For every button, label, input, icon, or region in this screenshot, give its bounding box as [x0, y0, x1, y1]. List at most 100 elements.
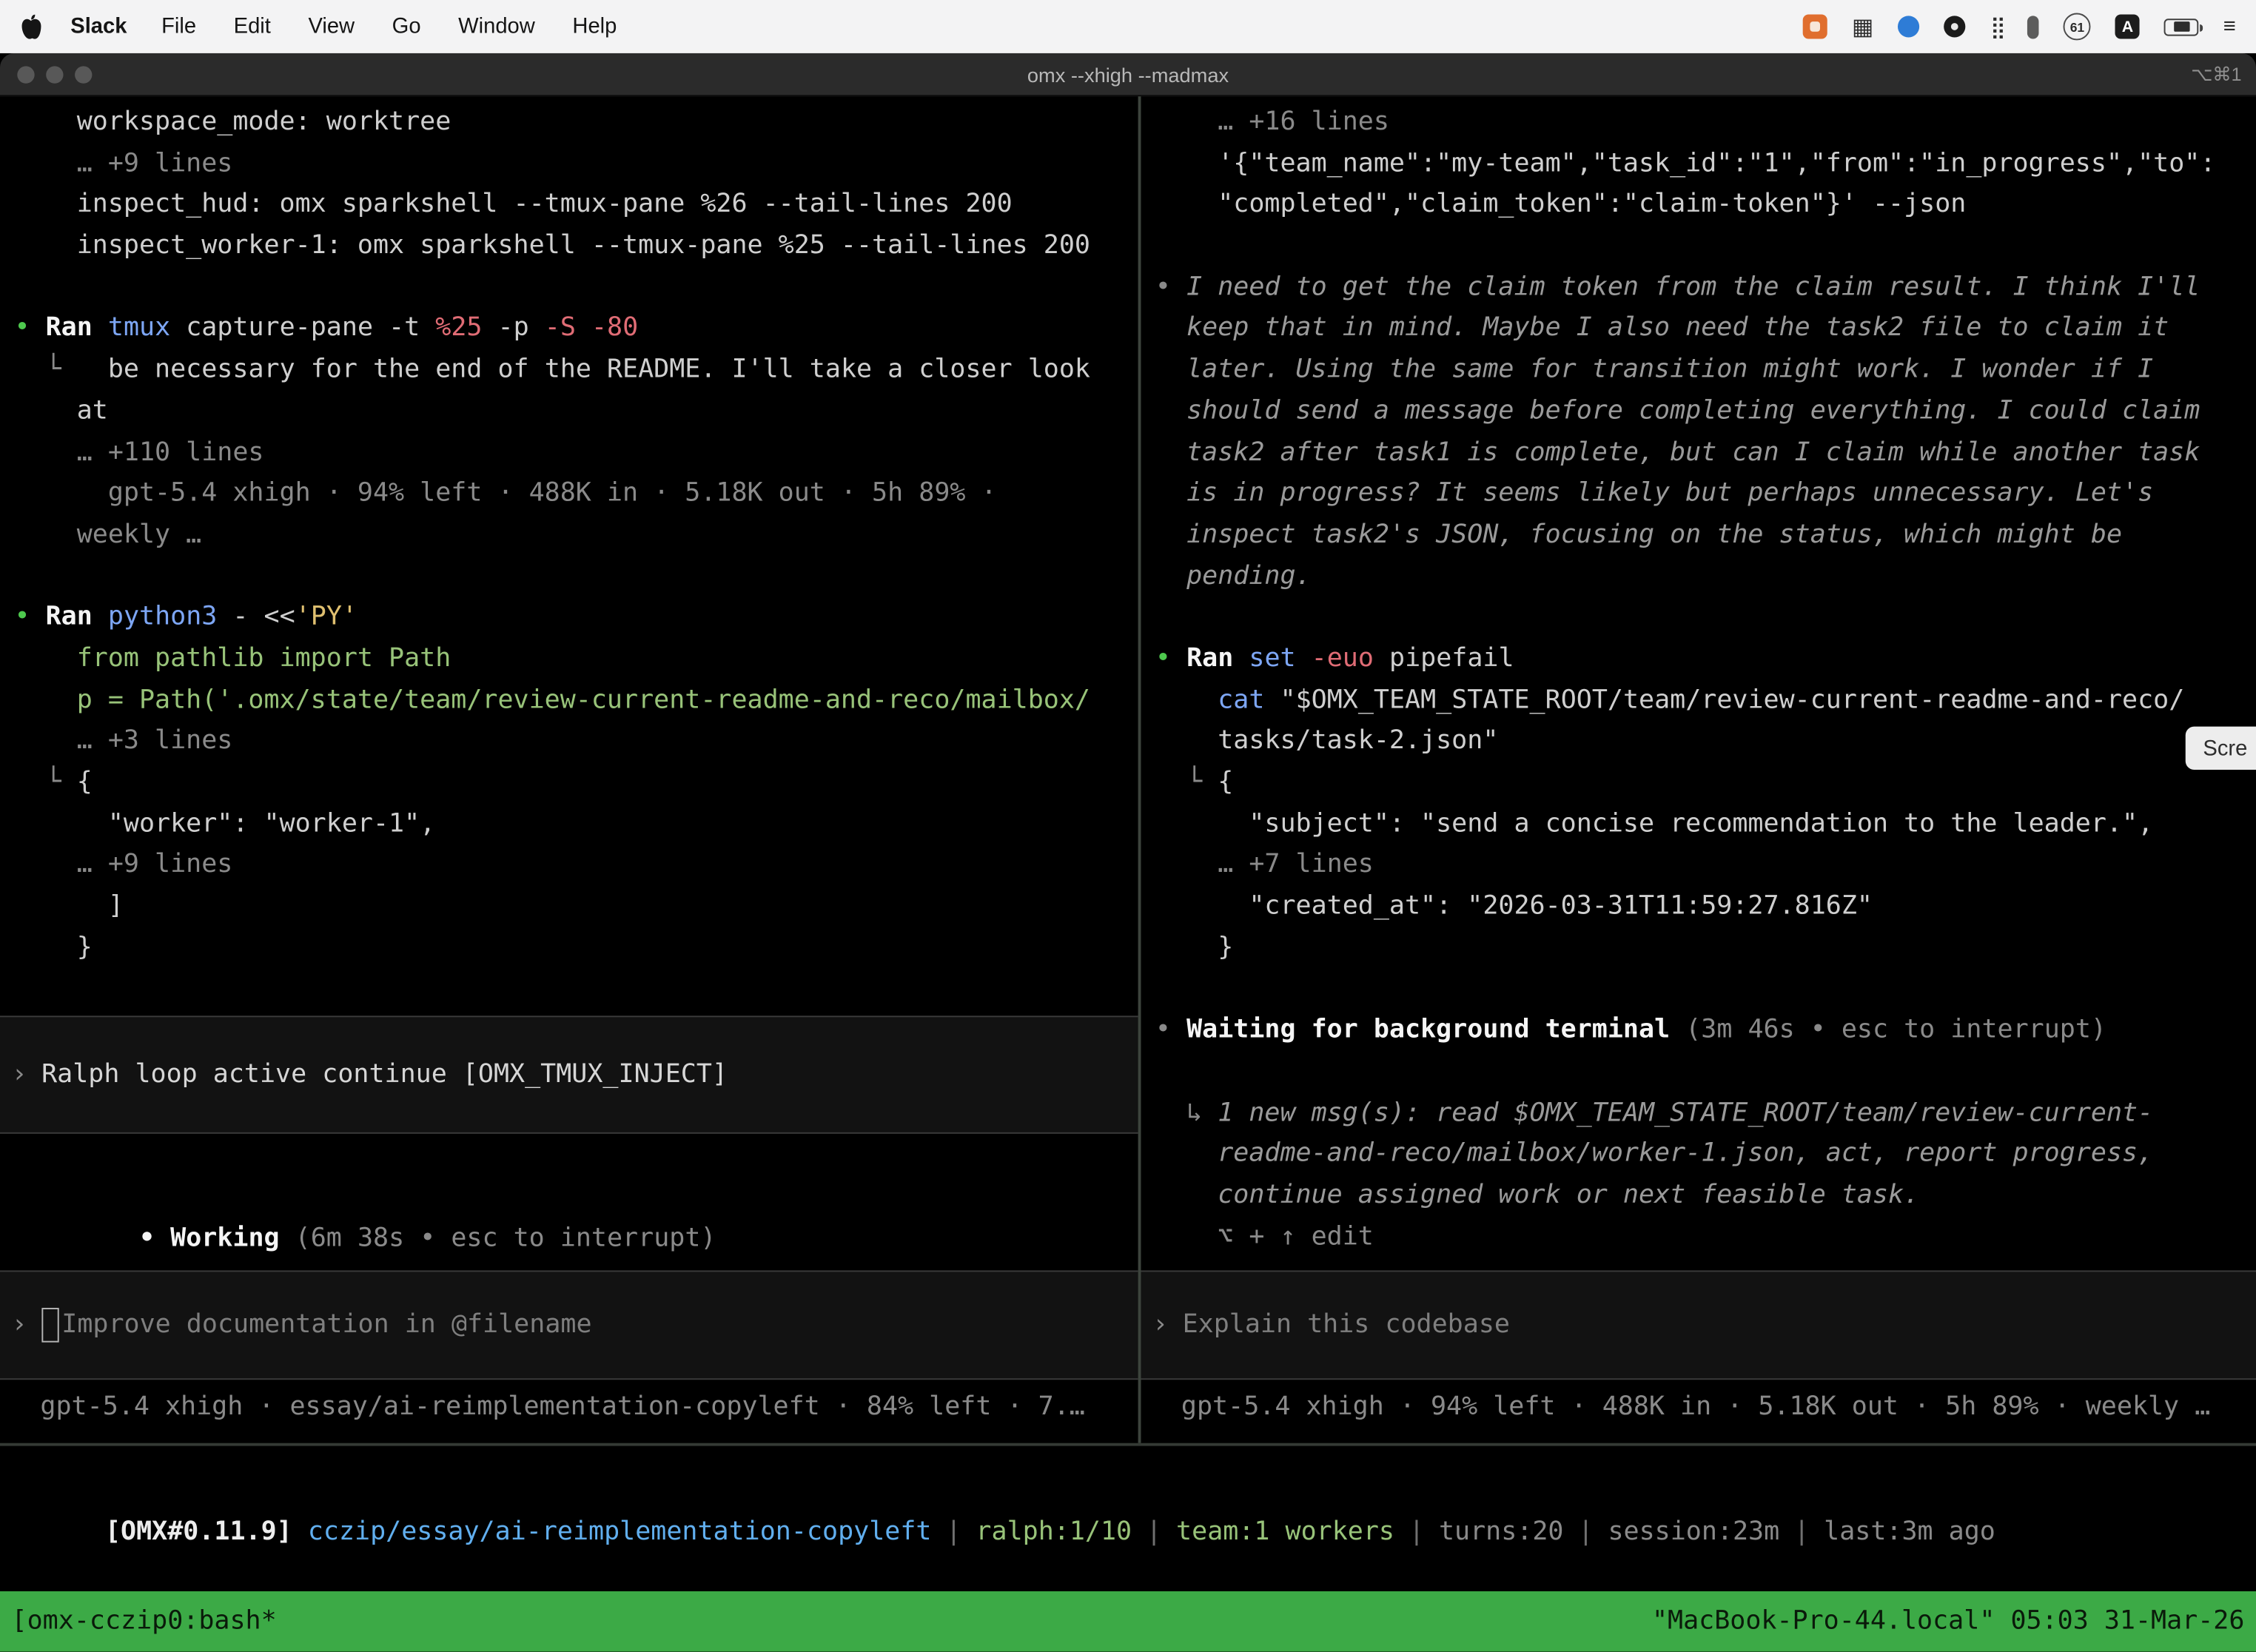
terminal-line: keep that in mind. Maybe I also need the… — [1155, 309, 2256, 350]
ralph-loop-text: Ralph loop active continue [OMX_TMUX_INJ… — [41, 1054, 728, 1095]
omx-last-activity: last:3m ago — [1824, 1516, 1995, 1546]
window-title: omx --xhigh --madmax — [0, 63, 2256, 86]
recording-indicator-icon[interactable] — [1803, 14, 1827, 38]
terminal-window: omx --xhigh --madmax ⌥⌘1 workspace_mode:… — [0, 53, 2256, 1652]
input-placeholder: Improve documentation in @filename — [61, 1304, 591, 1346]
terminal-line: pending. — [1155, 556, 2256, 597]
window-title-bar[interactable]: omx --xhigh --madmax ⌥⌘1 — [0, 53, 2256, 96]
battery-icon[interactable] — [2164, 18, 2199, 35]
left-prompt-input[interactable]: › Improve documentation in @filename — [0, 1270, 1138, 1380]
tmux-session-window[interactable]: [omx-cczip0:bash* — [12, 1601, 277, 1642]
terminal-line: should send a message before completing … — [1155, 391, 2256, 432]
terminal-line: from pathlib import Path — [14, 639, 1138, 680]
pane-divider-horizontal — [0, 1443, 2256, 1446]
blue-app-icon[interactable] — [1898, 16, 1919, 37]
terminal-line: gpt-5.4 xhigh · 94% left · 488K in · 5.1… — [14, 474, 1138, 515]
dark-app-icon[interactable] — [1944, 16, 1966, 37]
terminal-line: } — [14, 927, 1138, 969]
chevron-icon: › — [1152, 1304, 1168, 1346]
terminal-line: task2 after task1 is complete, but can I… — [1155, 432, 2256, 474]
terminal-line: … +3 lines — [14, 721, 1138, 762]
chevron-icon: › — [12, 1304, 27, 1346]
omx-version: [OMX#0.11.9] — [105, 1516, 292, 1546]
screen-share-edge-tooltip[interactable]: Scre — [2186, 727, 2256, 770]
terminal-cursor — [41, 1308, 58, 1343]
terminal-line: continue assigned work or next feasible … — [1155, 1175, 2256, 1217]
terminal-line: ] — [14, 887, 1138, 928]
menu-item-help[interactable]: Help — [572, 14, 617, 38]
terminal-line: "subject": "send a concise recommendatio… — [1155, 804, 2256, 845]
terminal-line — [14, 267, 1138, 309]
terminal-line: cat "$OMX_TEAM_STATE_ROOT/team/review-cu… — [1155, 680, 2256, 722]
right-pane-scrollback: … +16 lines '{"team_name":"my-team","tas… — [1141, 96, 2256, 1258]
terminal-line: └ be necessary for the end of the README… — [14, 350, 1138, 392]
circle-61-badge[interactable]: 61 — [2064, 13, 2091, 40]
terminal-line: is in progress? It seems likely but perh… — [1155, 474, 2256, 515]
input-source-a-icon[interactable]: A — [2115, 14, 2140, 38]
working-bullet: • — [139, 1223, 170, 1253]
terminal-line: └ { — [1155, 762, 2256, 804]
terminal-line: • I need to get the claim token from the… — [1155, 267, 2256, 309]
tmux-pane-left[interactable]: workspace_mode: worktree … +9 lines insp… — [0, 96, 1138, 1443]
active-app-name[interactable]: Slack — [70, 14, 127, 38]
terminal-line: workspace_mode: worktree — [14, 102, 1138, 144]
terminal-line: ↳ 1 new msg(s): read $OMX_TEAM_STATE_ROO… — [1155, 1092, 2256, 1134]
chevron-icon: › — [12, 1054, 27, 1095]
menu-status-icons: ▦ ⣿ 61 A ≡ — [1803, 13, 2236, 41]
menu-item-edit[interactable]: Edit — [234, 14, 271, 38]
terminal-line: • Ran tmux capture-pane -t %25 -p -S -80 — [14, 309, 1138, 350]
right-model-status-line: gpt-5.4 xhigh · 94% left · 488K in · 5.1… — [1181, 1387, 2210, 1428]
terminal-line: inspect task2's JSON, focusing on the st… — [1155, 515, 2256, 557]
terminal-line: weekly … — [14, 515, 1138, 557]
terminal-line: tasks/task-2.json" — [1155, 721, 2256, 762]
terminal-line: … +7 lines — [1155, 845, 2256, 887]
terminal-line: … +9 lines — [14, 845, 1138, 887]
terminal-line: • Ran set -euo pipefail — [1155, 639, 2256, 680]
menu-lines-icon[interactable]: ≡ — [2223, 14, 2236, 38]
terminal-line: … +9 lines — [14, 144, 1138, 185]
terminal-line: "created_at": "2026-03-31T11:59:27.816Z" — [1155, 887, 2256, 928]
terminal-line — [1155, 969, 2256, 1010]
terminal-line: … +110 lines — [14, 432, 1138, 474]
left-model-status-line: gpt-5.4 xhigh · essay/ai-reimplementatio… — [40, 1387, 1084, 1428]
omx-session-time: session:23m — [1608, 1516, 1779, 1546]
menu-items: File Edit View Go Window Help — [161, 14, 617, 38]
terminal-line: └ { — [14, 762, 1138, 804]
menu-item-file[interactable]: File — [161, 14, 196, 38]
ralph-loop-banner: › Ralph loop active continue [OMX_TMUX_IN… — [0, 1015, 1138, 1133]
apple-menu-icon[interactable] — [20, 13, 41, 39]
terminal-line: • Ran python3 - <<'PY' — [14, 597, 1138, 639]
terminal-line: "completed","claim_token":"claim-token"}… — [1155, 185, 2256, 226]
tmux-status-bar: [omx-cczip0:bash* "MacBook-Pro-44.local"… — [0, 1591, 2256, 1652]
terminal-line: '{"team_name":"my-team","task_id":"1","f… — [1155, 144, 2256, 185]
terminal-line: inspect_worker-1: omx sparkshell --tmux-… — [14, 226, 1138, 267]
separator: | — [1578, 1516, 1594, 1546]
separator: | — [1147, 1516, 1162, 1546]
dots-grid-icon[interactable]: ⣿ — [1990, 13, 2003, 39]
terminal-line — [1155, 226, 2256, 267]
terminal-line: ⌥ + ↑ edit — [1155, 1217, 2256, 1258]
terminal-line: later. Using the same for transition mig… — [1155, 350, 2256, 392]
tmux-pane-right[interactable]: … +16 lines '{"team_name":"my-team","tas… — [1141, 96, 2256, 1443]
separator: | — [946, 1516, 961, 1546]
working-label: Working — [170, 1223, 295, 1253]
terminal-line: "worker": "worker-1", — [14, 804, 1138, 845]
tmux-hostname-clock: "MacBook-Pro-44.local" 05:03 31-Mar-26 — [1652, 1601, 2245, 1642]
menu-item-window[interactable]: Window — [458, 14, 535, 38]
left-pane-scrollback: workspace_mode: worktree … +9 lines insp… — [0, 96, 1138, 969]
terminal-line — [1155, 597, 2256, 639]
terminal-line: at — [14, 391, 1138, 432]
key-icon[interactable] — [2027, 15, 2039, 38]
terminal-line: … +16 lines — [1155, 102, 2256, 144]
omx-ralph-counter: ralph:1/10 — [976, 1516, 1132, 1546]
menu-item-go[interactable]: Go — [392, 14, 421, 38]
terminal-line: } — [1155, 927, 2256, 969]
separator: | — [1409, 1516, 1424, 1546]
working-detail: (6m 38s • esc to interrupt) — [295, 1223, 716, 1253]
grid-icon[interactable]: ▦ — [1852, 13, 1873, 41]
omx-turns: turns:20 — [1439, 1516, 1564, 1546]
right-prompt-input[interactable]: › Explain this codebase — [1141, 1270, 2256, 1380]
menu-item-view[interactable]: View — [308, 14, 355, 38]
input-placeholder: Explain this codebase — [1183, 1304, 1510, 1346]
terminal-line — [14, 556, 1138, 597]
